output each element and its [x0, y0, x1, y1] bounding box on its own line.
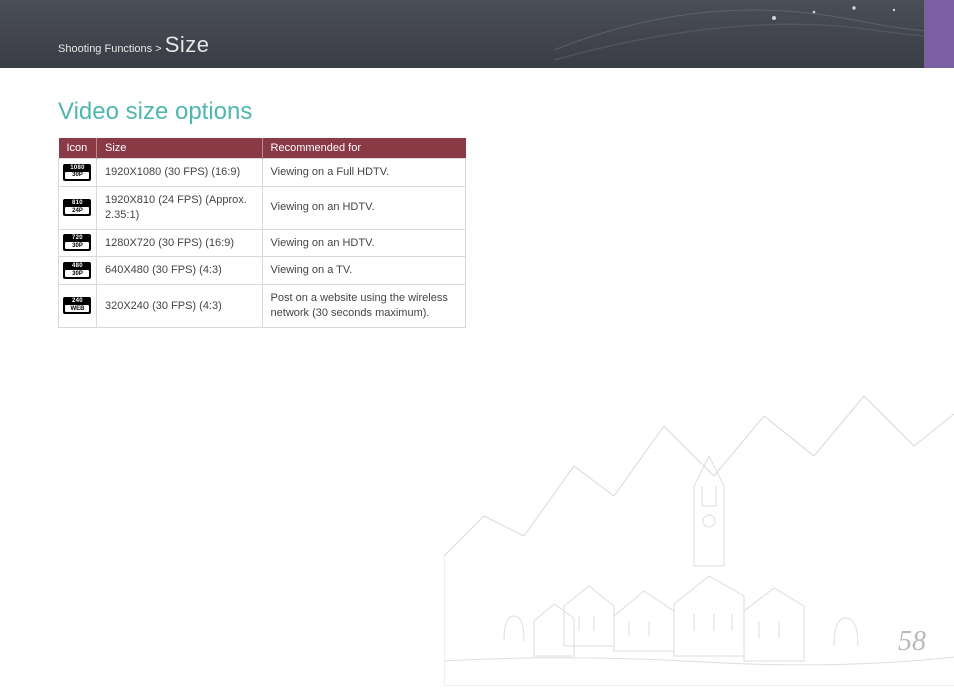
size-cell: 1280X720 (30 FPS) (16:9)	[96, 229, 262, 257]
resolution-icon: 720 30P	[63, 234, 91, 251]
header-swoosh-decoration	[554, 0, 954, 68]
resolution-icon: 480 30P	[63, 262, 91, 279]
recommended-cell: Post on a website using the wireless net…	[262, 285, 465, 328]
resolution-icon: 1080 30P	[63, 164, 91, 181]
table-row: 720 30P 1280X720 (30 FPS) (16:9) Viewing…	[59, 229, 466, 257]
header-band: Shooting Functions > Size	[0, 0, 954, 68]
size-cell: 320X240 (30 FPS) (4:3)	[96, 285, 262, 328]
header-purple-accent	[924, 0, 954, 68]
table-row: 480 30P 640X480 (30 FPS) (4:3) Viewing o…	[59, 257, 466, 285]
content-area: Video size options Icon Size Recommended…	[0, 68, 954, 328]
table-row: 810 24P 1920X810 (24 FPS) (Approx. 2.35:…	[59, 186, 466, 229]
col-header-icon: Icon	[59, 138, 97, 159]
size-cell: 640X480 (30 FPS) (4:3)	[96, 257, 262, 285]
recommended-cell: Viewing on a Full HDTV.	[262, 159, 465, 187]
breadcrumb-separator: >	[155, 43, 161, 55]
recommended-cell: Viewing on an HDTV.	[262, 186, 465, 229]
page-number: 58	[898, 626, 926, 658]
recommended-cell: Viewing on a TV.	[262, 257, 465, 285]
table-row: 240 WEB 320X240 (30 FPS) (4:3) Post on a…	[59, 285, 466, 328]
section-heading: Video size options	[58, 98, 896, 126]
col-header-recommended: Recommended for	[262, 138, 465, 159]
resolution-icon: 240 WEB	[63, 297, 91, 314]
resolution-icon: 810 24P	[63, 199, 91, 216]
video-size-table: Icon Size Recommended for 1080 30P 1920X…	[58, 138, 466, 328]
village-illustration	[444, 356, 954, 686]
breadcrumb-title: Size	[165, 32, 210, 57]
size-cell: 1920X810 (24 FPS) (Approx. 2.35:1)	[96, 186, 262, 229]
size-cell: 1920X1080 (30 FPS) (16:9)	[96, 159, 262, 187]
col-header-size: Size	[96, 138, 262, 159]
table-row: 1080 30P 1920X1080 (30 FPS) (16:9) Viewi…	[59, 159, 466, 187]
breadcrumb-section: Shooting Functions	[58, 43, 152, 55]
recommended-cell: Viewing on an HDTV.	[262, 229, 465, 257]
breadcrumb: Shooting Functions > Size	[58, 32, 210, 58]
